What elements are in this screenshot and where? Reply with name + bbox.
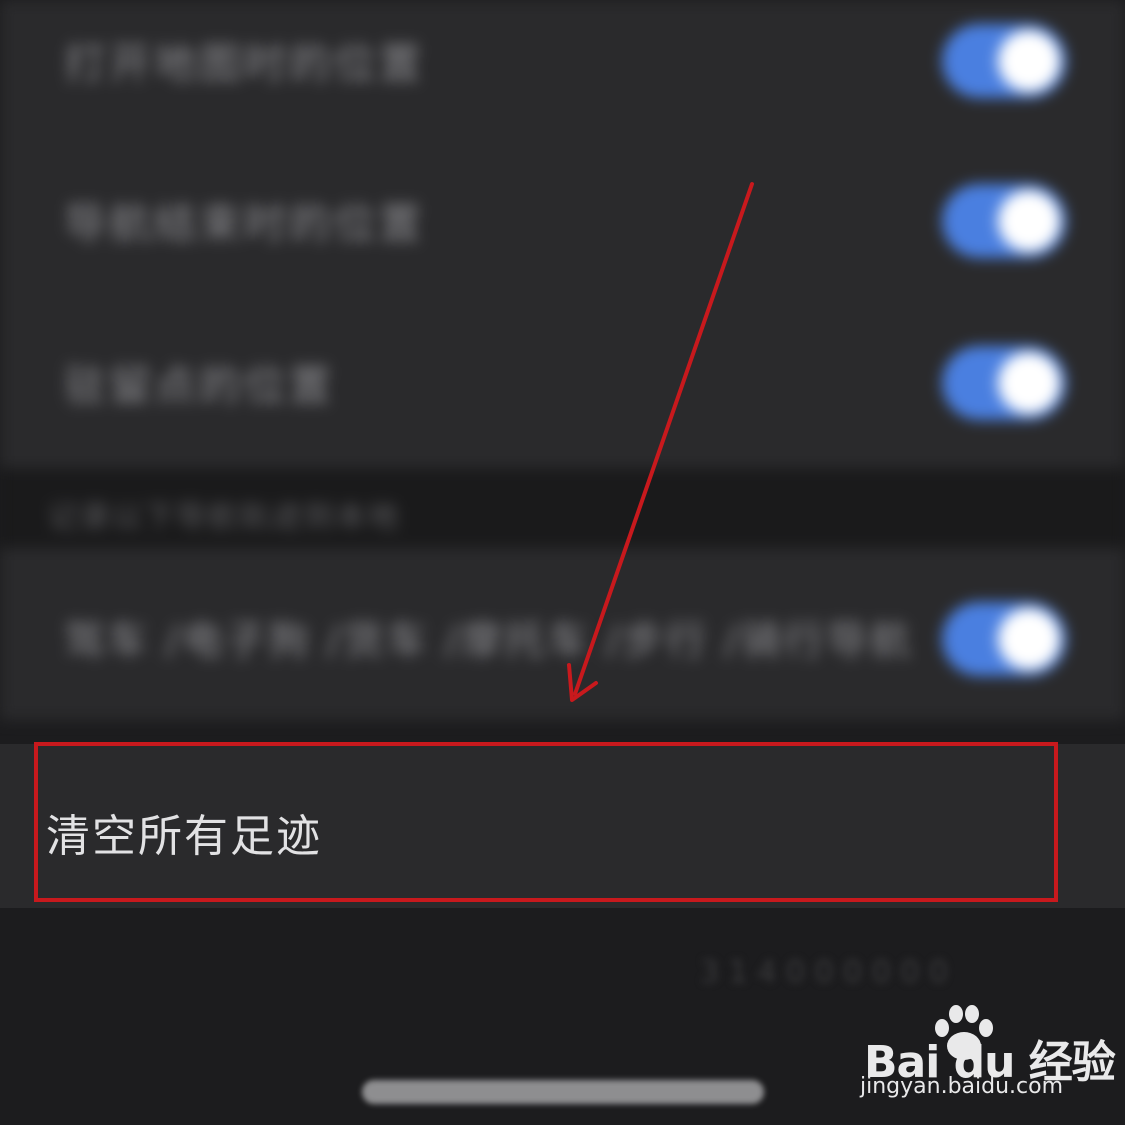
- annotation-highlight-box: [34, 742, 1058, 902]
- faint-footer-text: 3 1 4 0 0 0 0 0 0: [700, 955, 949, 990]
- home-indicator: [362, 1080, 764, 1104]
- watermark-url: jingyan.baidu.com: [860, 1074, 1064, 1099]
- baidu-jingyan-watermark: Bai du 经验 jingyan.baidu.com: [860, 1002, 1116, 1107]
- screen: 打开地图时的位置 导航结束时的位置 驻留点的位置 记录以下导航轨迹到本地 驾车 …: [0, 0, 1125, 1125]
